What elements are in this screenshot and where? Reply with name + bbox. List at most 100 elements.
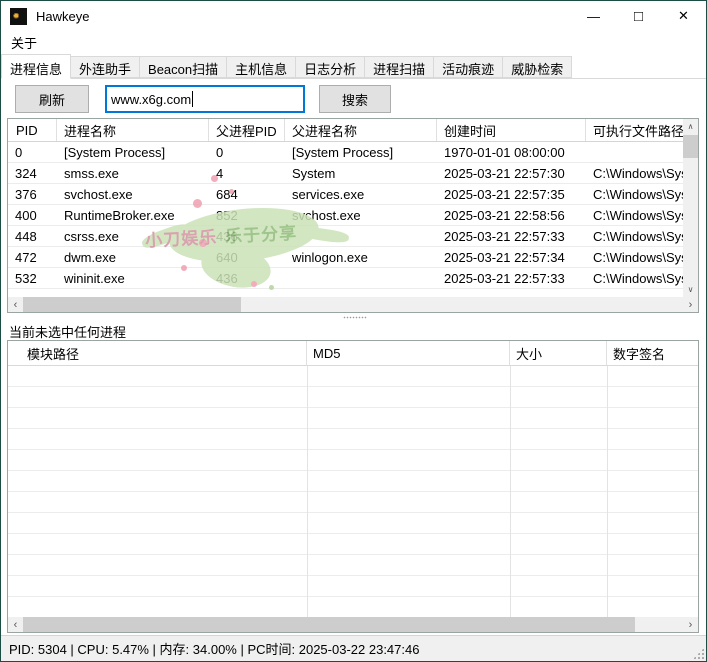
scroll-right-icon: › (689, 619, 693, 631)
cell-exe-path: C:\Windows\Sys (586, 226, 683, 246)
horizontal-scroll-thumb[interactable] (23, 617, 635, 632)
cell-process-name: dwm.exe (57, 247, 209, 267)
process-table-header: PID 进程名称 父进程PID 父进程名称 创建时间 可执行文件路径 (8, 119, 683, 142)
refresh-button[interactable]: 刷新 (15, 85, 89, 113)
column-header-parent-name[interactable]: 父进程名称 (285, 119, 437, 141)
module-table-header: 模块路径 MD5 大小 数字签名 (8, 341, 698, 366)
text-caret (192, 91, 193, 107)
cell-create-time: 2025-03-21 22:58:56 (437, 205, 586, 225)
column-header-size[interactable]: 大小 (510, 341, 607, 365)
status-bar: PID: 5304 | CPU: 5.47% | 内存: 34.00% | PC… (1, 635, 706, 661)
cell-create-time: 2025-03-21 22:57:33 (437, 226, 586, 246)
cell-process-name: wininit.exe (57, 268, 209, 288)
column-header-module-path[interactable]: 模块路径 (8, 341, 307, 365)
process-table-body: 0 [System Process] 0 [System Process] 19… (8, 142, 683, 289)
scroll-right-icon: › (689, 299, 693, 311)
cell-create-time: 2025-03-21 22:57:30 (437, 163, 586, 183)
tab-threat-search[interactable]: 威胁检索 (503, 56, 572, 78)
menu-item-about[interactable]: 关于 (4, 31, 44, 54)
cell-parent-pid: 852 (209, 205, 285, 225)
column-header-pid[interactable]: PID (8, 119, 57, 141)
tab-log-analysis[interactable]: 日志分析 (296, 56, 365, 78)
search-input[interactable]: www.x6g.com (105, 85, 305, 113)
cell-parent-name (285, 226, 437, 246)
cell-parent-name (285, 268, 437, 288)
horizontal-scroll-thumb[interactable] (23, 297, 241, 312)
cell-exe-path: C:\Windows\Sys (586, 163, 683, 183)
scroll-down-button[interactable]: ∨ (683, 282, 698, 297)
maximize-icon: □ (634, 8, 643, 25)
minimize-button[interactable]: — (571, 1, 616, 31)
cell-create-time: 2025-03-21 22:57:33 (437, 268, 586, 288)
tab-activity-trace[interactable]: 活动痕迹 (434, 56, 503, 78)
cell-exe-path: C:\Windows\Sys (586, 184, 683, 204)
scroll-right-button[interactable]: › (683, 297, 698, 312)
cell-exe-path (586, 142, 683, 162)
cell-process-name: RuntimeBroker.exe (57, 205, 209, 225)
column-header-exe-path[interactable]: 可执行文件路径 (586, 119, 683, 141)
table-row[interactable]: 448 csrss.exe 436 2025-03-21 22:57:33 C:… (8, 226, 683, 247)
cell-pid: 376 (8, 184, 57, 204)
tab-host-info[interactable]: 主机信息 (227, 56, 296, 78)
selection-status-label: 当前未选中任何进程 (9, 322, 126, 341)
cell-process-name: svchost.exe (57, 184, 209, 204)
grid-line (510, 366, 511, 617)
column-header-signature[interactable]: 数字签名 (607, 341, 698, 365)
scroll-left-button[interactable]: ‹ (8, 297, 23, 312)
scroll-left-icon: ‹ (14, 299, 18, 311)
horizontal-scrollbar[interactable]: ‹ › (8, 297, 698, 312)
table-row[interactable]: 532 wininit.exe 436 2025-03-21 22:57:33 … (8, 268, 683, 289)
column-header-parent-pid[interactable]: 父进程PID (209, 119, 285, 141)
table-row[interactable]: 400 RuntimeBroker.exe 852 svchost.exe 20… (8, 205, 683, 226)
column-header-md5[interactable]: MD5 (307, 341, 510, 365)
cell-parent-pid: 436 (209, 268, 285, 288)
maximize-button[interactable]: □ (616, 1, 661, 31)
scroll-up-button[interactable]: ∧ (683, 119, 698, 134)
cell-parent-pid: 0 (209, 142, 285, 162)
table-row[interactable]: 376 svchost.exe 684 services.exe 2025-03… (8, 184, 683, 205)
cell-exe-path: C:\Windows\Sys (586, 205, 683, 225)
status-text: PID: 5304 | CPU: 5.47% | 内存: 34.00% | PC… (9, 639, 419, 658)
column-header-create-time[interactable]: 创建时间 (437, 119, 586, 141)
tab-process-scan[interactable]: 进程扫描 (365, 56, 434, 78)
column-header-process-name[interactable]: 进程名称 (57, 119, 209, 141)
vertical-scroll-thumb[interactable] (683, 135, 698, 158)
cell-pid: 400 (8, 205, 57, 225)
module-table-body (8, 366, 698, 617)
splitter[interactable] (1, 313, 707, 321)
cell-pid: 532 (8, 268, 57, 288)
cell-process-name: smss.exe (57, 163, 209, 183)
cell-create-time: 1970-01-01 08:00:00 (437, 142, 586, 162)
app-window: Hawkeye — □ ✕ 关于 进程信息 外连助手 Beacon扫描 主机信息… (0, 0, 707, 662)
scroll-left-button[interactable]: ‹ (8, 617, 23, 632)
search-button[interactable]: 搜索 (319, 85, 391, 113)
cell-pid: 324 (8, 163, 57, 183)
grid-line (307, 366, 308, 617)
resize-grip[interactable] (693, 648, 704, 659)
tab-beacon-scan[interactable]: Beacon扫描 (140, 56, 227, 78)
cell-parent-pid: 640 (209, 247, 285, 267)
scroll-up-icon: ∧ (688, 122, 694, 131)
tab-outbound-helper[interactable]: 外连助手 (71, 56, 140, 78)
menu-bar: 关于 (1, 31, 706, 54)
window-title: Hawkeye (36, 9, 89, 24)
scroll-left-icon: ‹ (14, 619, 18, 631)
cell-parent-pid: 684 (209, 184, 285, 204)
horizontal-scrollbar[interactable]: ‹ › (8, 617, 698, 632)
scroll-right-button[interactable]: › (683, 617, 698, 632)
table-row[interactable]: 324 smss.exe 4 System 2025-03-21 22:57:3… (8, 163, 683, 184)
scroll-down-icon: ∨ (688, 285, 694, 294)
cell-parent-pid: 436 (209, 226, 285, 246)
grid-line (607, 366, 608, 617)
tab-process-info[interactable]: 进程信息 (1, 54, 71, 79)
table-row[interactable]: 472 dwm.exe 640 winlogon.exe 2025-03-21 … (8, 247, 683, 268)
vertical-scrollbar[interactable]: ∧ ∨ (683, 119, 698, 297)
toolbar: 刷新 www.x6g.com 搜索 (1, 79, 706, 119)
cell-create-time: 2025-03-21 22:57:34 (437, 247, 586, 267)
cell-parent-name: System (285, 163, 437, 183)
close-button[interactable]: ✕ (661, 1, 706, 31)
app-icon (10, 8, 27, 25)
module-table: 模块路径 MD5 大小 数字签名 ‹ › (7, 340, 699, 633)
table-row[interactable]: 0 [System Process] 0 [System Process] 19… (8, 142, 683, 163)
cell-exe-path: C:\Windows\Sys (586, 247, 683, 267)
